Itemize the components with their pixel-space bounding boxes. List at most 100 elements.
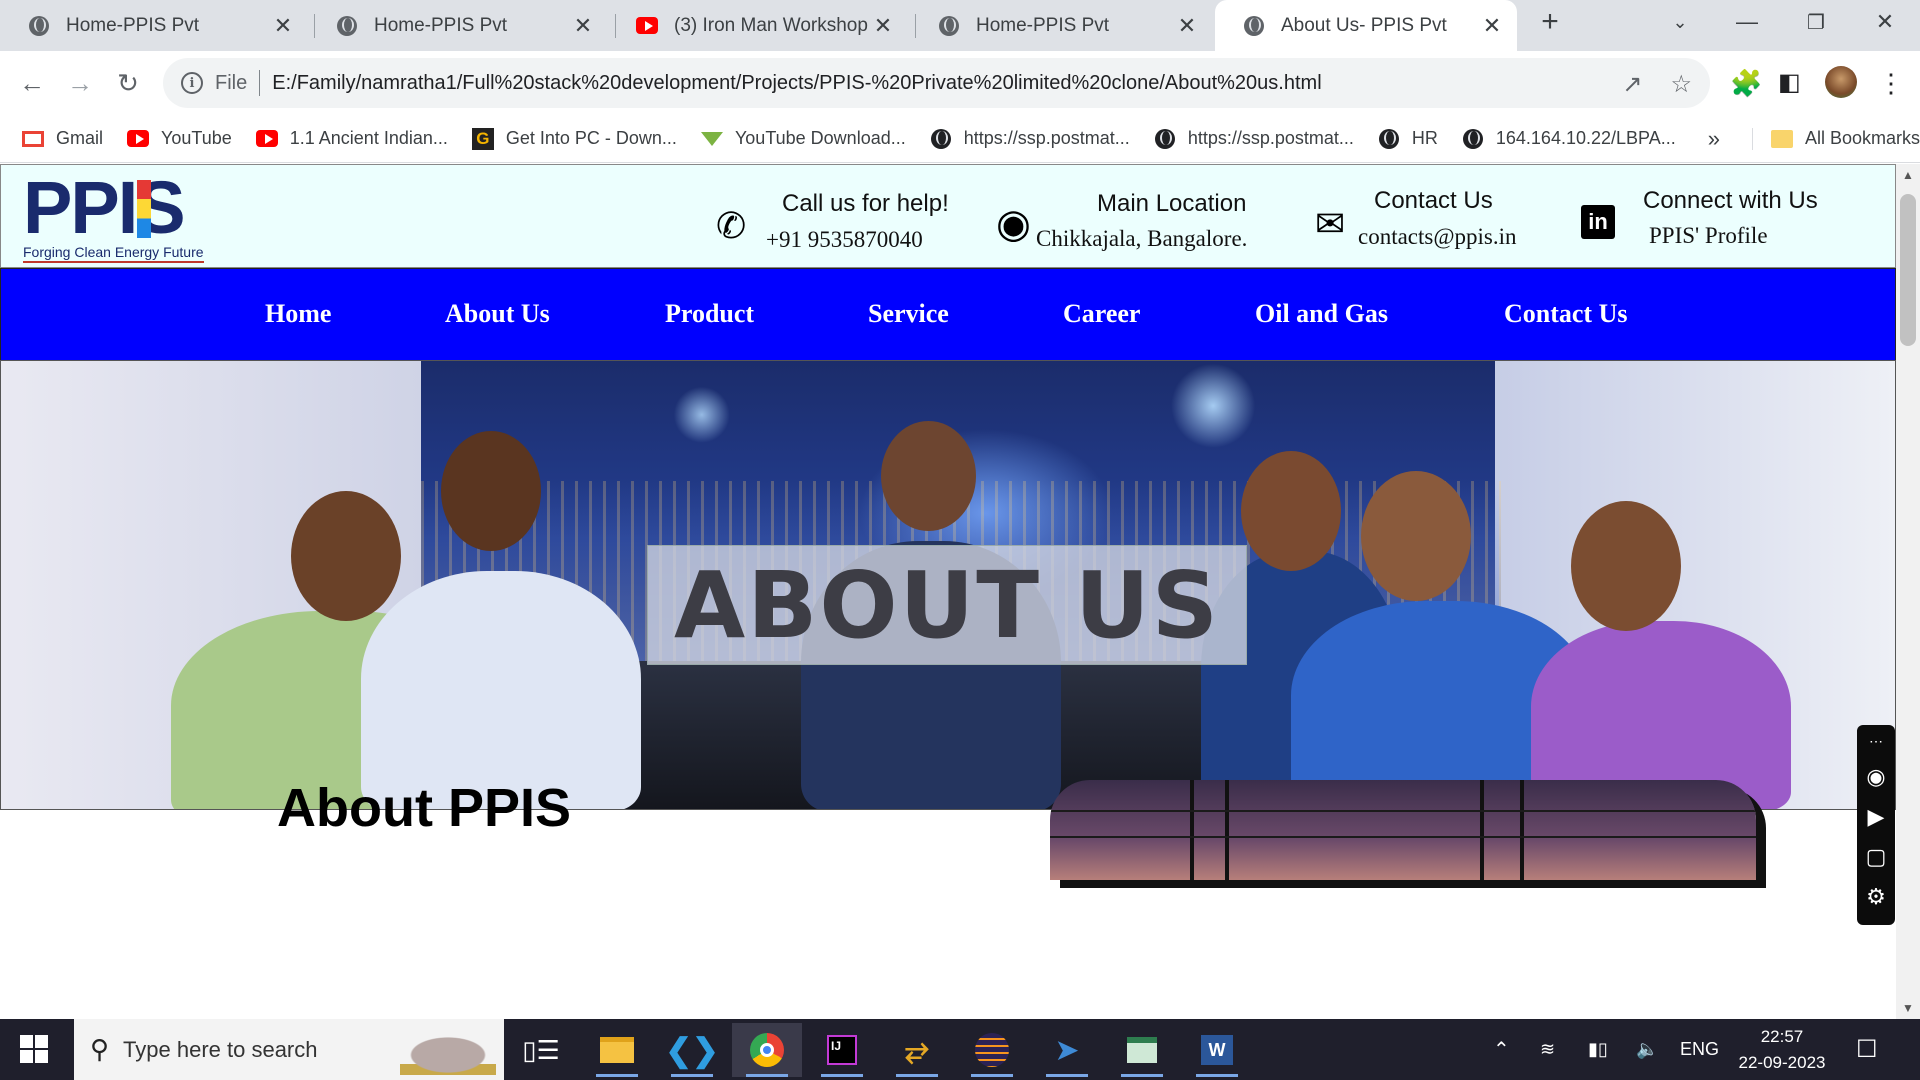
tab-2[interactable]: Home-PPIS Pvt ✕ — [308, 0, 608, 51]
reload-icon[interactable]: ↻ — [108, 63, 148, 103]
bookmark-getintopc[interactable]: G Get Into PC - Down... — [471, 127, 677, 150]
close-tab-icon[interactable]: ✕ — [272, 13, 294, 39]
notepad-icon[interactable] — [1107, 1023, 1177, 1077]
clock-date: 22-09-2023 — [1738, 1053, 1826, 1072]
taskbar-clock[interactable]: 22:57 22-09-2023 — [1722, 1024, 1842, 1076]
new-tab-button[interactable]: + — [1520, 0, 1580, 44]
volume-icon[interactable]: 🔈 — [1636, 1019, 1658, 1080]
address-divider — [259, 70, 261, 96]
download-icon — [700, 128, 723, 150]
camera-icon[interactable]: ◉ — [1866, 764, 1885, 790]
mail-icon: ✉ — [1315, 203, 1346, 244]
bookmark-lbpa[interactable]: 164.164.10.22/LBPA... — [1462, 128, 1676, 150]
page-scrollbar[interactable]: ▲ ▼ — [1896, 164, 1920, 1019]
side-panel-icon[interactable]: ◧ — [1778, 68, 1801, 97]
word-icon[interactable]: W — [1182, 1023, 1252, 1077]
close-tab-icon[interactable]: ✕ — [1481, 13, 1503, 39]
restore-icon[interactable]: ❐ — [1786, 0, 1846, 44]
contact-title: Call us for help! — [782, 190, 949, 217]
location-pin-icon: ◉ — [996, 202, 1031, 246]
contact-title: Main Location — [1097, 190, 1247, 217]
close-tab-icon[interactable]: ✕ — [872, 13, 894, 39]
nav-product[interactable]: Product — [665, 299, 754, 329]
contact-value[interactable]: PPIS' Profile — [1649, 223, 1768, 249]
menu-kebab-icon[interactable]: ⋮ — [1878, 68, 1904, 99]
tab-5-active[interactable]: About Us- PPIS Pvt ✕ — [1215, 0, 1517, 51]
language-indicator[interactable]: ENG — [1680, 1019, 1719, 1080]
youtube-icon — [636, 15, 658, 37]
nav-home[interactable]: Home — [265, 299, 331, 329]
bookmark-youtube[interactable]: YouTube — [127, 128, 232, 150]
tab-4[interactable]: Home-PPIS Pvt ✕ — [910, 0, 1212, 51]
bookmark-gmail[interactable]: Gmail — [22, 128, 103, 150]
ppis-logo[interactable]: PPIS Forging Clean Energy Future — [23, 171, 205, 264]
logo-tagline: Forging Clean Energy Future — [23, 244, 204, 263]
pylon — [1520, 780, 1524, 880]
site-info-icon[interactable]: i — [181, 72, 203, 94]
show-hidden-icons[interactable]: ⌃ — [1493, 1019, 1510, 1080]
battery-icon[interactable]: ▮▯ — [1588, 1019, 1608, 1080]
tab-search-icon[interactable]: ⌄ — [1650, 0, 1710, 44]
site-header: PPIS Forging Clean Energy Future ✆ Call … — [0, 164, 1896, 268]
chrome-icon[interactable] — [732, 1023, 802, 1077]
contact-location: ◉ Main Location Chikkajala, Bangalore. — [996, 165, 1266, 269]
pin-icon[interactable]: ⋯ — [1869, 733, 1883, 750]
bookmark-label: Get Into PC - Down... — [505, 128, 677, 148]
youtube-icon — [127, 128, 150, 150]
pylon — [1225, 780, 1229, 880]
url-text[interactable]: E:/Family/namratha1/Full%20stack%20devel… — [272, 72, 1321, 95]
minimize-icon[interactable]: — — [1717, 0, 1777, 44]
nav-oil-and-gas[interactable]: Oil and Gas — [1255, 299, 1388, 329]
about-image — [1050, 780, 1756, 880]
close-tab-icon[interactable]: ✕ — [1176, 13, 1198, 39]
intellij-icon[interactable]: IJ — [807, 1023, 877, 1077]
bookmark-ssp-2[interactable]: https://ssp.postmat... — [1154, 128, 1354, 150]
notifications-icon[interactable]: ☐ — [1856, 1019, 1878, 1080]
address-bar[interactable]: i File E:/Family/namratha1/Full%20stack%… — [163, 58, 1710, 108]
gmail-icon — [22, 128, 44, 150]
extensions-icon[interactable]: 🧩 — [1730, 68, 1762, 99]
video-icon[interactable]: ▶ — [1868, 804, 1885, 830]
bookmark-label: https://ssp.postmat... — [963, 128, 1130, 148]
eclipse-icon[interactable] — [957, 1023, 1027, 1077]
app-icon[interactable]: ⥂ — [882, 1023, 952, 1077]
settings-gear-icon[interactable]: ⚙ — [1866, 884, 1886, 910]
back-icon[interactable]: ← — [12, 63, 52, 103]
scroll-thumb[interactable] — [1900, 194, 1916, 346]
power-line — [1050, 810, 1756, 812]
bookmarks-overflow-button[interactable]: » — [1708, 126, 1720, 152]
bookmark-hr[interactable]: HR — [1378, 128, 1438, 150]
bookmark-ancient-indian[interactable]: 1.1 Ancient Indian... — [255, 128, 448, 150]
taskbar-search[interactable]: ⚲ Type here to search — [74, 1019, 504, 1080]
forward-icon[interactable]: → — [60, 63, 100, 103]
bookmark-ssp-1[interactable]: https://ssp.postmat... — [930, 128, 1130, 150]
share-icon[interactable]: ↗ — [1622, 70, 1642, 99]
nav-career[interactable]: Career — [1063, 299, 1140, 329]
profile-avatar[interactable] — [1825, 66, 1857, 98]
bookmark-youtube-download[interactable]: YouTube Download... — [700, 128, 906, 150]
bookmark-star-icon[interactable]: ☆ — [1670, 70, 1692, 99]
tab-3[interactable]: (3) Iron Man Workshop Ra ✕ — [608, 0, 908, 51]
mysql-workbench-icon[interactable]: ➤ — [1032, 1023, 1102, 1077]
close-window-icon[interactable]: ✕ — [1855, 0, 1915, 44]
nav-about-us[interactable]: About Us — [445, 299, 550, 329]
network-icon[interactable]: ≋ — [1540, 1019, 1555, 1080]
getintopc-icon: G — [471, 127, 494, 150]
linkedin-icon[interactable]: in — [1581, 205, 1615, 239]
window-icon[interactable]: ▢ — [1866, 844, 1887, 870]
contact-value[interactable]: +91 9535870040 — [766, 227, 923, 253]
close-tab-icon[interactable]: ✕ — [572, 13, 594, 39]
contact-title: Connect with Us — [1643, 187, 1818, 214]
all-bookmarks-button[interactable]: All Bookmarks — [1751, 127, 1920, 150]
windows-start-icon[interactable] — [20, 1035, 48, 1063]
scroll-down-icon[interactable]: ▼ — [1902, 1001, 1914, 1015]
file-explorer-icon[interactable] — [582, 1023, 652, 1077]
vscode-icon[interactable]: ❮❯ — [657, 1023, 727, 1077]
contact-title: Contact Us — [1374, 187, 1493, 214]
nav-contact-us[interactable]: Contact Us — [1504, 299, 1628, 329]
contact-value[interactable]: contacts@ppis.in — [1358, 224, 1517, 250]
nav-service[interactable]: Service — [868, 299, 949, 329]
scroll-up-icon[interactable]: ▲ — [1902, 168, 1914, 182]
tab-1[interactable]: Home-PPIS Pvt ✕ — [0, 0, 308, 51]
task-view-icon[interactable]: ▯☰ — [506, 1023, 576, 1077]
